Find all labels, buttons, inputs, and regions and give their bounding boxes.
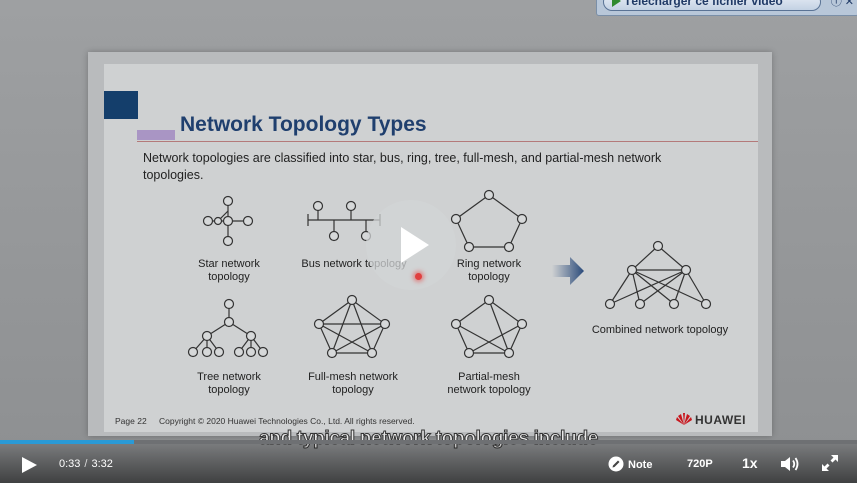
fullscreen-icon[interactable] — [821, 454, 839, 472]
play-icon — [612, 0, 621, 7]
tree-topology-diagram — [187, 298, 269, 358]
ring-topology-label: Ring network topology — [456, 258, 522, 283]
slide-copyright: Copyright © 2020 Huawei Technologies Co.… — [159, 416, 415, 426]
pencil-icon — [608, 456, 624, 472]
download-banner: Télécharger ce fichier vidéo ⓘ ✕ — [596, 0, 857, 16]
duration: 3:32 — [91, 458, 113, 470]
speed-button[interactable]: 1x — [742, 455, 758, 471]
note-button[interactable]: Note — [608, 456, 652, 472]
partial-mesh-topology-label: Partial-mesh network topology — [447, 371, 531, 396]
full-mesh-topology-diagram — [313, 294, 391, 359]
quality-button[interactable]: 720P — [687, 458, 713, 470]
laser-pointer-dot — [415, 273, 422, 280]
download-video-button[interactable]: Télécharger ce fichier vidéo — [603, 0, 821, 11]
huawei-logo: HUAWEI — [676, 413, 746, 427]
full-mesh-topology-label: Full-mesh network topology — [308, 371, 398, 396]
note-label: Note — [628, 459, 653, 471]
info-close-icons[interactable]: ⓘ ✕ — [831, 0, 854, 9]
star-topology-diagram — [202, 195, 254, 247]
ring-topology-diagram — [450, 189, 528, 253]
star-topology-label: Star network topology — [198, 258, 260, 283]
download-label: Télécharger ce fichier vidéo — [624, 0, 783, 8]
title-divider — [137, 141, 758, 142]
slide-page-number: Page 22 — [115, 416, 147, 426]
title-accent-square — [104, 91, 138, 119]
huawei-logo-icon — [676, 413, 692, 425]
current-time: 0:33 — [59, 458, 81, 470]
play-icon — [401, 227, 429, 263]
tree-topology-label: Tree network topology — [197, 371, 261, 396]
combined-topology-label: Combined network topology — [591, 324, 729, 336]
time-display: 0:33/3:32 — [59, 458, 113, 470]
slide-intro: Network topologies are classified into s… — [143, 151, 662, 182]
volume-icon[interactable] — [780, 455, 800, 473]
arrow-right-icon — [552, 257, 584, 285]
time-separator: / — [84, 458, 88, 470]
big-play-button[interactable] — [366, 200, 456, 290]
player-controls: 0:33/3:32 Note 720P 1x — [0, 444, 857, 483]
slide-title: Network Topology Types — [180, 113, 427, 136]
title-accent-bar — [137, 130, 175, 140]
partial-mesh-topology-diagram — [450, 294, 528, 359]
combined-topology-diagram — [604, 240, 712, 310]
play-icon[interactable] — [18, 455, 40, 475]
huawei-logo-text: HUAWEI — [695, 413, 746, 427]
